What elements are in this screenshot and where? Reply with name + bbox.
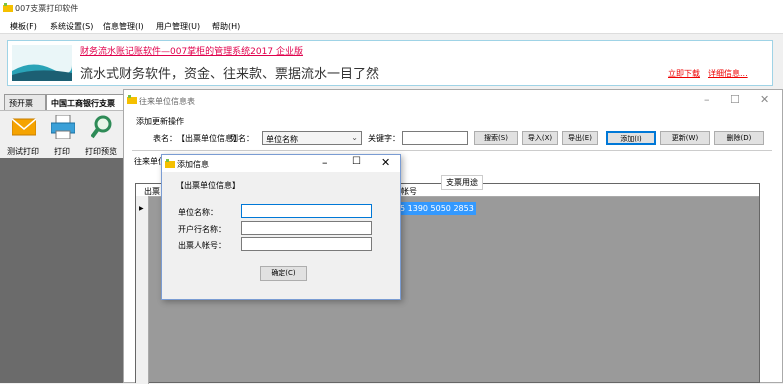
- banner-headline[interactable]: 财务流水账记账软件—007掌柜的管理系统2017 企业版: [80, 44, 303, 57]
- add-button[interactable]: 添加(I): [606, 131, 656, 145]
- row-pointer-icon: ▶: [139, 205, 144, 212]
- dialog-title: 添加信息: [177, 160, 209, 169]
- add-info-dialog: 添加信息 – ☐ ✕ 【出票单位信息】 单位名称： 开户行名称： 出票人帐号： …: [161, 154, 401, 300]
- account-label: 出票人帐号：: [178, 241, 226, 250]
- chevron-down-icon: ⌄: [351, 133, 358, 142]
- print-label: 打印: [54, 147, 70, 156]
- magnifier-icon: [91, 115, 112, 139]
- menu-user[interactable]: 用户管理(U): [156, 21, 200, 32]
- search-button[interactable]: 搜索(S): [474, 131, 518, 145]
- import-button[interactable]: 导入(X): [522, 131, 558, 145]
- ad-banner: 财务流水账记账软件—007掌柜的管理系统2017 企业版 流水式财务软件，资金、…: [7, 40, 773, 86]
- company-name-field[interactable]: [241, 204, 372, 218]
- tab-preinvoice[interactable]: 预开票: [4, 94, 46, 110]
- row-account-cell: 5 1390 5050 2853: [400, 204, 474, 213]
- app-icon: [3, 3, 13, 12]
- table-row[interactable]: 5 1390 5050 2853: [398, 202, 476, 215]
- account-field[interactable]: [241, 237, 372, 251]
- grid-col-purpose: 支票用途: [441, 175, 483, 190]
- dialog-heading: 【出票单位信息】: [176, 181, 240, 190]
- banner-slogan: 流水式财务软件，资金、往来款、票据流水一目了然: [80, 67, 380, 82]
- column-select-value: 单位名称: [266, 135, 298, 144]
- company-name-label: 单位名称：: [178, 208, 218, 217]
- update-button[interactable]: 更新(W): [660, 131, 710, 145]
- print-preview-button[interactable]: 打印预览: [81, 113, 121, 157]
- minimize-icon[interactable]: –: [704, 93, 710, 106]
- details-link[interactable]: 详细信息...: [708, 68, 748, 79]
- ok-button[interactable]: 确定(C): [260, 266, 307, 281]
- dialog-close-icon[interactable]: ✕: [381, 156, 390, 169]
- menu-template[interactable]: 模板(F): [10, 21, 37, 32]
- keyword-label: 关键字：: [368, 134, 400, 143]
- app-title: 007支票打印软件: [15, 4, 79, 13]
- dialog-icon: [165, 159, 175, 168]
- keyword-input[interactable]: [402, 131, 468, 145]
- divider: [132, 150, 772, 151]
- print-button[interactable]: 打印: [45, 113, 79, 157]
- column-select[interactable]: 单位名称 ⌄: [262, 131, 362, 145]
- export-button[interactable]: 导出(E): [562, 131, 598, 145]
- column-label: 列名：: [230, 134, 254, 143]
- bank-name-field[interactable]: [241, 221, 372, 235]
- table-label: 表名：: [153, 134, 177, 143]
- menu-settings[interactable]: 系统设置(S): [50, 21, 93, 32]
- dialog-minimize-icon[interactable]: –: [322, 156, 328, 169]
- menubar: 模板(F) 系统设置(S) 信息管理(I) 用户管理(U) 帮助(H): [0, 17, 783, 34]
- doc-tabs: 预开票 中国工商银行支票: [0, 94, 126, 110]
- test-print-button[interactable]: 测试打印: [4, 113, 42, 157]
- dialog-maximize-icon[interactable]: ☐: [352, 156, 361, 167]
- grid-col-account: 帐号: [401, 187, 417, 196]
- menu-help[interactable]: 帮助(H): [212, 21, 240, 32]
- window-title: 往来单位信息表: [139, 97, 195, 106]
- toolbar: 测试打印 打印 打印预览: [0, 110, 125, 158]
- printer-icon: [51, 115, 75, 139]
- window-icon: [127, 95, 137, 104]
- maximize-icon[interactable]: ☐: [730, 93, 740, 106]
- dialog-titlebar: 添加信息 – ☐ ✕: [162, 155, 400, 172]
- app-titlebar: 007支票打印软件: [0, 0, 783, 17]
- bank-name-label: 开户行名称：: [178, 225, 226, 234]
- section-title: 添加更新操作: [136, 117, 184, 126]
- download-link[interactable]: 立即下载: [668, 68, 700, 79]
- tab-icbc-cheque[interactable]: 中国工商银行支票: [46, 94, 126, 110]
- workspace-area: [0, 158, 125, 383]
- test-print-label: 测试打印: [7, 147, 39, 156]
- close-icon[interactable]: ✕: [760, 93, 769, 106]
- row-header-column: ▶: [136, 196, 149, 384]
- banner-logo-icon: [12, 45, 72, 81]
- delete-button[interactable]: 删除(D): [714, 131, 764, 145]
- menu-info[interactable]: 信息管理(I): [103, 21, 144, 32]
- print-preview-label: 打印预览: [85, 147, 117, 156]
- envelope-icon: [12, 118, 36, 136]
